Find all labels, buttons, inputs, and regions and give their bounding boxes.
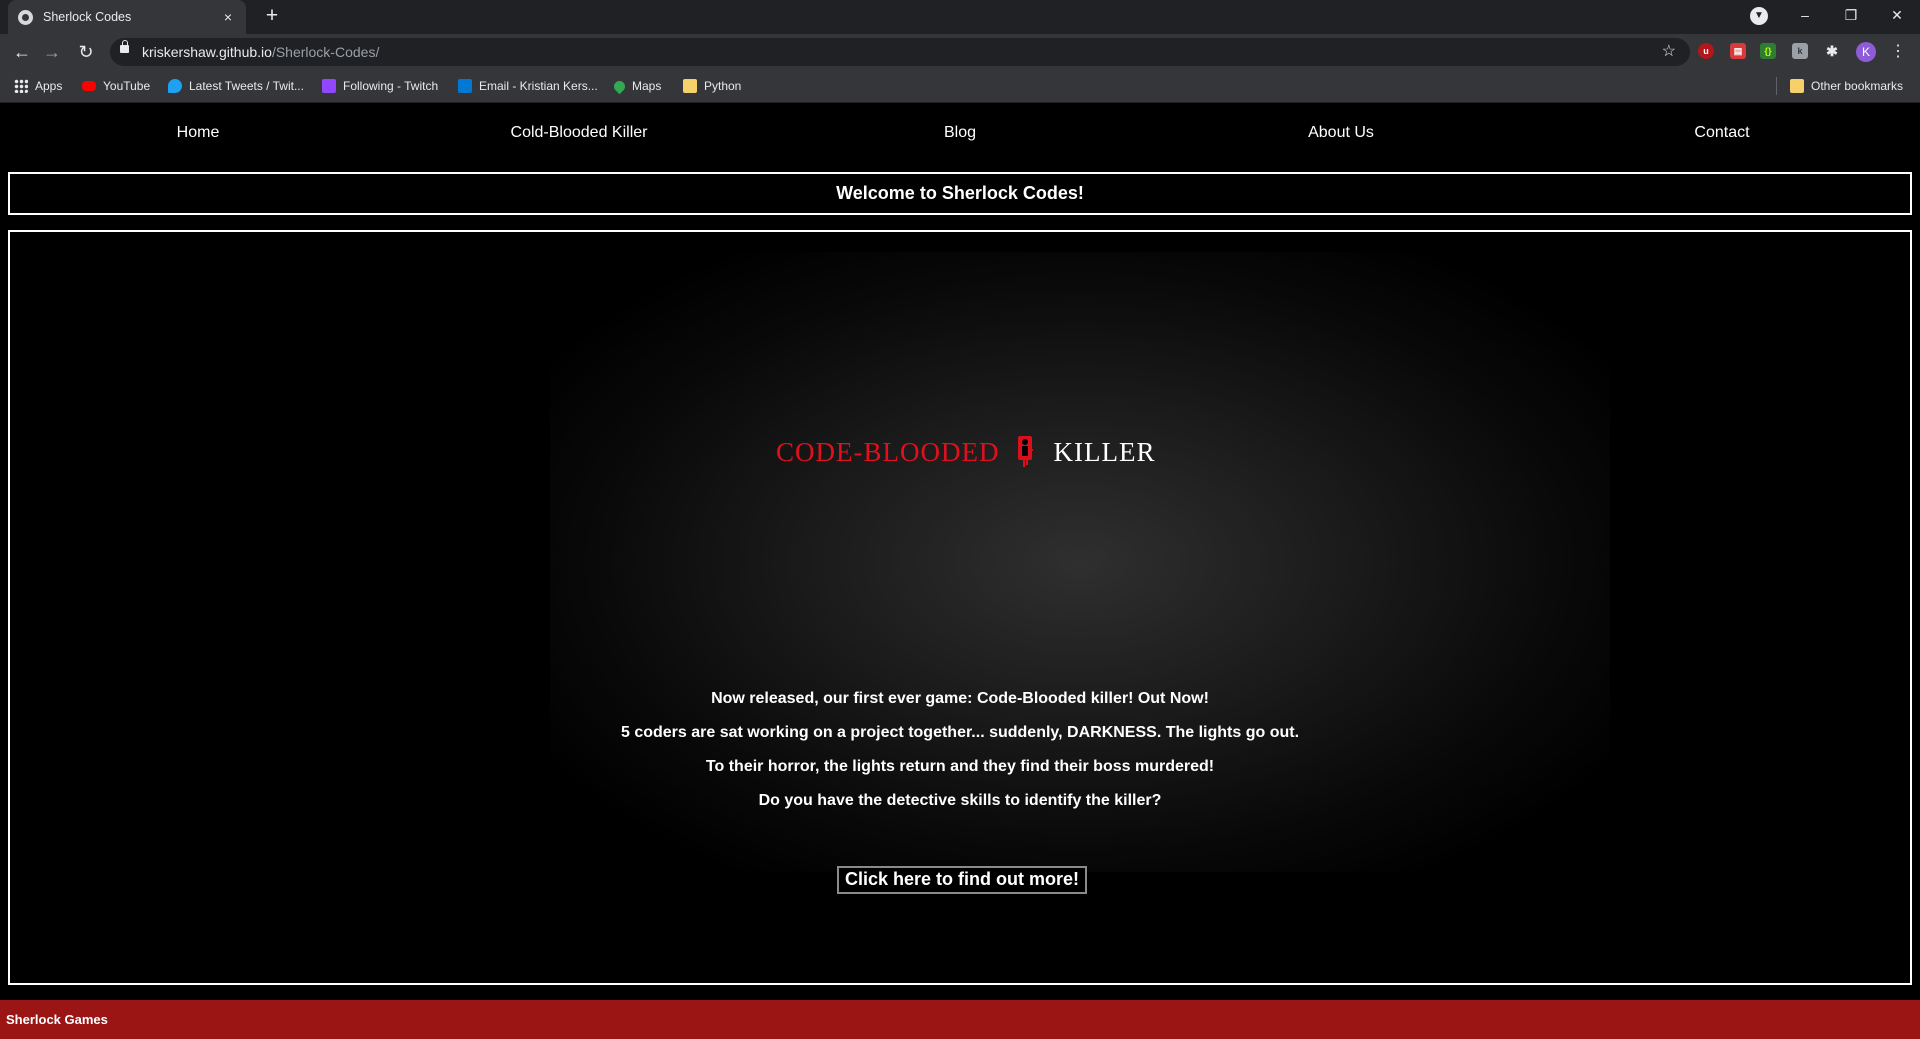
new-tab-button[interactable]: + — [260, 5, 284, 29]
bookmark-label: Email - Kristian Kers... — [479, 79, 598, 93]
youtube-icon — [82, 81, 96, 91]
find-out-more-button[interactable]: Click here to find out more! — [837, 866, 1087, 894]
extension-red-icon[interactable]: ▤ — [1730, 43, 1746, 59]
welcome-banner: Welcome to Sherlock Codes! — [8, 172, 1912, 215]
url-text[interactable]: kriskershaw.github.io/Sherlock-Codes/ — [142, 44, 379, 60]
bookmark-other[interactable]: Other bookmarks — [1790, 77, 1903, 95]
menu-kebab-icon[interactable]: ⋮ — [1890, 40, 1906, 64]
twitter-icon — [168, 79, 182, 93]
bookmark-twitter[interactable]: Latest Tweets / Twit... — [168, 77, 304, 95]
profile-avatar[interactable]: K — [1856, 42, 1876, 62]
close-window-button[interactable]: ✕ — [1874, 0, 1920, 30]
bookmarks-divider — [1776, 77, 1777, 95]
game-logo: CODE-BLOODED KILLER — [776, 432, 1155, 472]
puzzle-extensions-icon[interactable]: ✱ — [1824, 43, 1840, 59]
intro-line-1: Now released, our first ever game: Code-… — [711, 690, 1209, 707]
nav-about-us[interactable]: About Us — [1308, 124, 1374, 142]
maps-pin-icon — [611, 78, 628, 94]
spotlight-glow — [550, 252, 1610, 872]
tab-title: Sherlock Codes — [43, 10, 132, 24]
bloody-figure-icon — [1018, 436, 1034, 467]
download-status-icon[interactable]: ▼ — [1750, 7, 1768, 25]
bookmark-label: Maps — [632, 79, 662, 93]
extension-grey-icon[interactable]: k — [1792, 43, 1808, 59]
site-footer: Sherlock Games — [0, 1000, 1920, 1039]
address-bar[interactable]: kriskershaw.github.io/Sherlock-Codes/ ☆ — [110, 38, 1690, 66]
bookmarks-bar: Apps YouTube Latest Tweets / Twit... Fol… — [0, 70, 1920, 103]
bookmark-twitch[interactable]: Following - Twitch — [322, 77, 438, 95]
bookmark-label: Other bookmarks — [1811, 79, 1904, 93]
bookmark-label: Following - Twitch — [343, 79, 439, 93]
forward-icon[interactable]: → — [40, 40, 64, 64]
json-extension-icon[interactable]: {} — [1760, 43, 1776, 59]
nav-cold-blooded-killer[interactable]: Cold-Blooded Killer — [511, 124, 648, 142]
bookmark-star-icon[interactable]: ☆ — [1662, 41, 1676, 61]
bookmark-apps[interactable]: Apps — [14, 77, 62, 95]
intro-line-2: 5 coders are sat working on a project to… — [620, 724, 1300, 741]
lock-icon — [120, 40, 129, 53]
apps-grid-icon — [14, 79, 28, 93]
bookmark-maps[interactable]: Maps — [611, 77, 662, 95]
intro-line-3: To their horror, the lights return and t… — [705, 758, 1215, 775]
twitch-icon — [322, 79, 336, 93]
bookmark-label: Python — [704, 79, 742, 93]
tab-close-icon[interactable]: × — [220, 9, 236, 25]
site-navigation: Home Cold-Blooded Killer Blog About Us C… — [0, 103, 1920, 163]
bookmark-youtube[interactable]: YouTube — [82, 77, 150, 95]
logo-text-code-blooded: CODE-BLOODED — [776, 436, 1000, 467]
browser-tab-active[interactable]: Sherlock Codes × — [8, 0, 246, 34]
nav-contact[interactable]: Contact — [1694, 124, 1749, 142]
nav-home[interactable]: Home — [177, 124, 220, 142]
browser-toolbar: ← → ↻ kriskershaw.github.io/Sherlock-Cod… — [0, 34, 1920, 70]
ublock-extension-icon[interactable]: u — [1698, 43, 1714, 59]
reload-icon[interactable]: ↻ — [74, 40, 98, 64]
bookmark-label: Apps — [35, 79, 63, 93]
bookmark-python[interactable]: Python — [683, 77, 741, 95]
footer-brand: Sherlock Games — [6, 1012, 108, 1027]
bookmark-label: Latest Tweets / Twit... — [189, 79, 304, 93]
bookmark-email[interactable]: Email - Kristian Kers... — [458, 77, 598, 95]
restore-button[interactable]: ❐ — [1828, 0, 1874, 30]
logo-text-killer: KILLER — [1053, 436, 1156, 467]
intro-line-4: Do you have the detective skills to iden… — [758, 792, 1162, 809]
back-icon[interactable]: ← — [10, 40, 34, 64]
folder-icon — [683, 79, 697, 93]
nav-blog[interactable]: Blog — [944, 124, 976, 142]
outlook-icon — [458, 79, 472, 93]
folder-icon — [1790, 79, 1804, 93]
minimize-button[interactable]: – — [1782, 0, 1828, 30]
globe-icon — [18, 9, 33, 25]
browser-title-bar: Sherlock Codes × + ▼ – ❐ ✕ — [0, 0, 1920, 34]
game-showcase-panel: CODE-BLOODED KILLER Now released, our fi… — [8, 230, 1912, 985]
bookmark-label: YouTube — [103, 79, 151, 93]
